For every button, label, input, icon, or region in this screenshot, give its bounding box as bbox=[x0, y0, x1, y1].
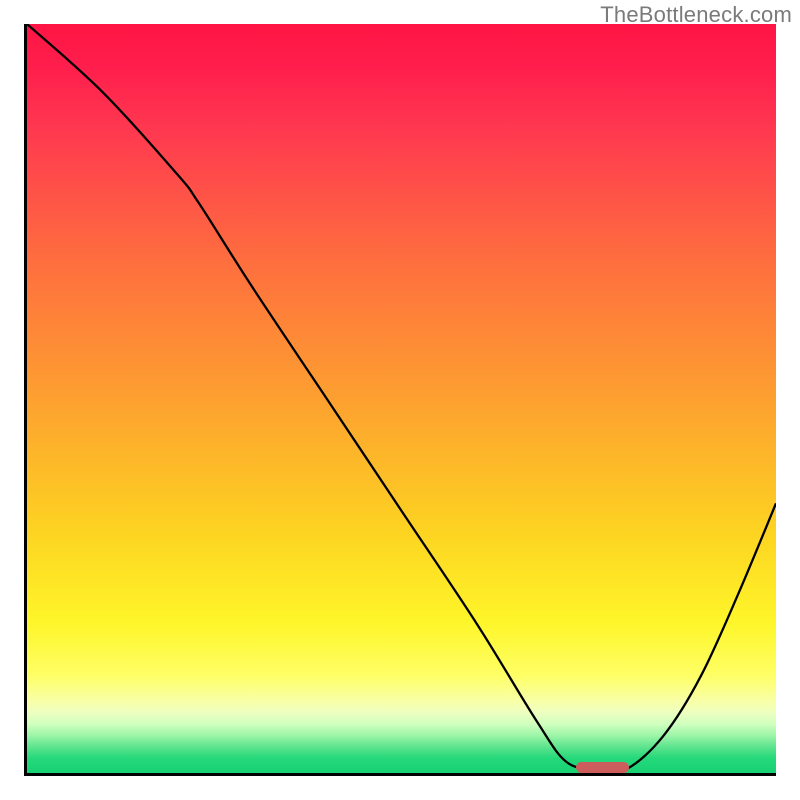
optimal-range-marker bbox=[576, 762, 629, 773]
bottleneck-curve bbox=[27, 24, 776, 773]
watermark-text: TheBottleneck.com bbox=[600, 2, 792, 28]
plot-area bbox=[24, 24, 776, 776]
